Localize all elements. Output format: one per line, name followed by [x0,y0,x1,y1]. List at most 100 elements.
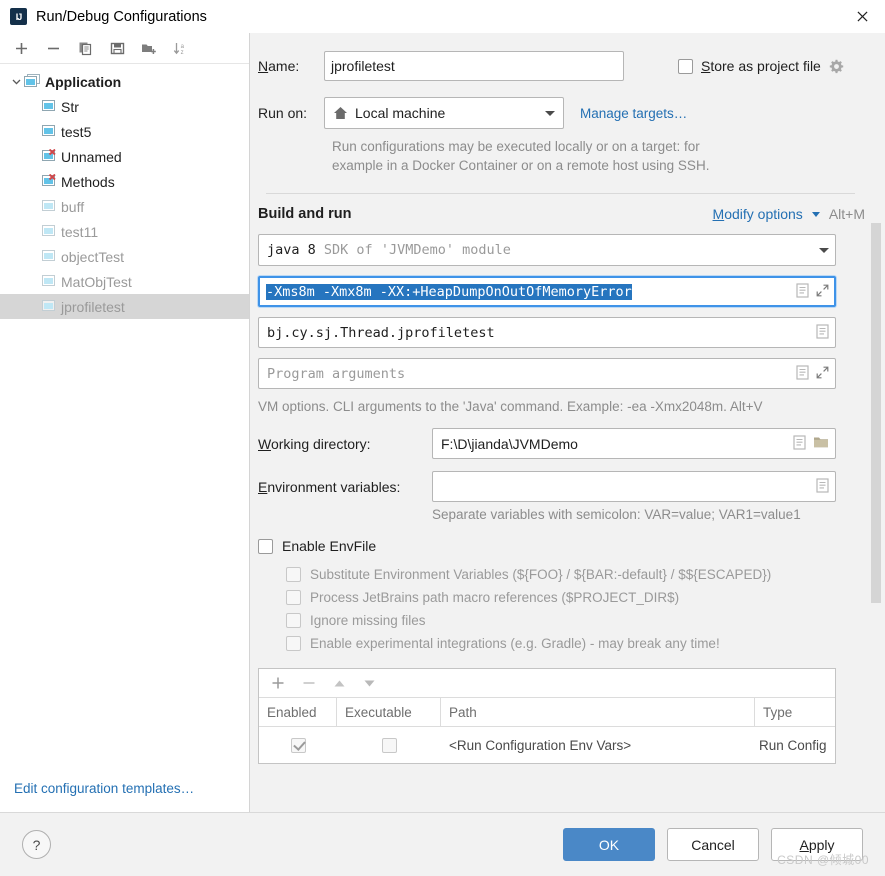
modify-options-link[interactable]: Modify options [713,206,803,222]
tree-item-test11[interactable]: test11 [0,219,249,244]
application-icon [40,124,57,139]
program-arguments-placeholder: Program arguments [267,365,406,382]
jre-value: java 8 SDK of 'JVMDemo' module [267,242,813,258]
tree-item-objecttest[interactable]: objectTest [0,244,249,269]
application-icon [40,274,57,289]
sidebar-toolbar: a z [0,33,249,64]
add-env-file-button[interactable] [271,676,285,690]
editor-scrollbar-thumb[interactable] [871,223,881,603]
manage-targets-link[interactable]: Manage targets… [580,106,687,121]
configuration-editor-pane: Name: jprofiletest Store as project file [250,33,885,812]
tree-item-methods[interactable]: Methods [0,169,249,194]
row-executable-cell [337,737,441,753]
envfile-table: Enabled Executable Path Type <Run Config… [258,668,836,764]
tree-item-application[interactable]: Application [0,69,249,94]
enable-envfile-row: Enable EnvFile [258,538,865,554]
row-enabled-cell [259,737,337,753]
tree-item-matobjtest[interactable]: MatObjTest [0,269,249,294]
ignore-missing-files-label: Ignore missing files [310,613,426,628]
run-on-hint: Run configurations may be executed local… [332,137,802,175]
row-executable-checkbox [381,737,397,753]
macro-icon[interactable] [796,364,809,383]
run-on-row: Run on: Local machine Manage targets… [258,97,865,129]
main-class-input[interactable]: bj.cy.sj.Thread.jprofiletest [258,317,836,348]
folder-icon[interactable] [813,435,829,452]
name-input[interactable]: jprofiletest [324,51,624,81]
copy-configuration-button[interactable] [70,35,100,61]
application-icon [40,99,57,114]
vm-options-input[interactable]: -Xms8m -Xmx8m -XX:+HeapDumpOnOutOfMemory… [258,276,836,307]
column-header-enabled[interactable]: Enabled [259,698,337,726]
column-header-type[interactable]: Type [755,698,835,726]
remove-env-file-button[interactable] [302,676,316,690]
vm-options-value: -Xms8m -Xmx8m -XX:+HeapDumpOnOutOfMemory… [266,283,632,300]
dialog-footer: ? OK Cancel Apply CSDN @倾城00 [0,812,885,876]
expand-icon[interactable] [816,284,829,300]
move-up-button[interactable] [333,677,346,690]
tree-item-label: buff [61,198,85,215]
enable-envfile-label: Enable EnvFile [282,538,377,554]
macro-icon[interactable] [816,323,829,342]
gear-icon[interactable] [829,59,844,74]
add-configuration-button[interactable] [6,35,36,61]
column-header-path[interactable]: Path [441,698,755,726]
remove-configuration-button[interactable] [38,35,68,61]
help-button[interactable]: ? [22,830,51,859]
envfile-options: Substitute Environment Variables (${FOO}… [286,563,865,655]
run-debug-configurations-dialog: IJ Run/Debug Configurations a z Applicat… [0,0,885,876]
envfile-table-toolbar [259,669,835,698]
expand-icon[interactable] [816,366,829,382]
modify-options-shortcut: Alt+M [828,206,865,222]
run-on-combobox[interactable]: Local machine [324,97,564,129]
edit-configuration-templates-link[interactable]: Edit configuration templates… [14,781,194,796]
tree-item-buff[interactable]: buff [0,194,249,219]
sort-alphabetically-icon[interactable]: a z [166,35,196,61]
envfile-option-substitute[interactable]: Substitute Environment Variables (${FOO}… [286,563,865,586]
application-error-icon [40,148,57,164]
tree-item-label: test11 [61,223,99,240]
tree-item-test5[interactable]: test5 [0,119,249,144]
working-directory-label: Working directory: [258,435,371,452]
substitute-env-vars-checkbox [286,567,301,582]
sidebar-footer: Edit configuration templates… [0,781,249,812]
cancel-button[interactable]: Cancel [667,828,759,861]
dialog-body: a z Application Str test5 Unnamed Method… [0,33,885,812]
store-as-project-file-checkbox[interactable] [678,58,693,74]
macro-icon[interactable] [816,477,829,496]
move-down-button[interactable] [363,677,376,690]
table-row[interactable]: <Run Configuration Env Vars> Run Config [259,727,835,763]
envfile-option-experimental[interactable]: Enable experimental integrations (e.g. G… [286,632,865,655]
jre-description: SDK of 'JVMDemo' module [323,242,511,258]
svg-text:z: z [181,50,184,56]
environment-variables-input[interactable] [432,471,836,502]
name-label: Name: [258,58,300,74]
column-header-executable[interactable]: Executable [337,698,441,726]
macro-icon[interactable] [793,434,806,453]
new-folder-icon[interactable] [134,35,164,61]
working-directory-input[interactable]: F:\D\jianda\JVMDemo [432,428,836,459]
program-arguments-input[interactable]: Program arguments [258,358,836,389]
ok-button[interactable]: OK [563,828,655,861]
close-icon[interactable] [839,0,885,33]
editor-scrollbar[interactable] [871,41,881,613]
process-path-macro-label: Process JetBrains path macro references … [310,590,680,605]
macro-icon[interactable] [796,282,809,301]
enable-envfile-checkbox[interactable] [258,538,273,554]
application-icon [24,74,41,89]
build-and-run-header: Build and run Modify options Alt+M [258,206,865,222]
jre-combobox[interactable]: java 8 SDK of 'JVMDemo' module [258,234,836,266]
tree-item-jprofiletest[interactable]: jprofiletest [0,294,249,319]
configurations-sidebar: a z Application Str test5 Unnamed Method… [0,33,250,812]
section-divider [266,193,855,194]
envfile-option-path-macro[interactable]: Process JetBrains path macro references … [286,586,865,609]
experimental-integrations-label: Enable experimental integrations (e.g. G… [310,636,720,651]
chevron-down-icon[interactable] [811,211,820,217]
tree-item-str[interactable]: Str [0,94,249,119]
save-configuration-button[interactable] [102,35,132,61]
chevron-down-icon[interactable] [8,76,24,87]
application-icon [40,299,57,314]
tree-item-label: MatObjTest [61,273,132,290]
tree-item-unnamed[interactable]: Unnamed [0,144,249,169]
environment-variables-row: Environment variables: [258,471,865,502]
envfile-option-ignore-missing[interactable]: Ignore missing files [286,609,865,632]
